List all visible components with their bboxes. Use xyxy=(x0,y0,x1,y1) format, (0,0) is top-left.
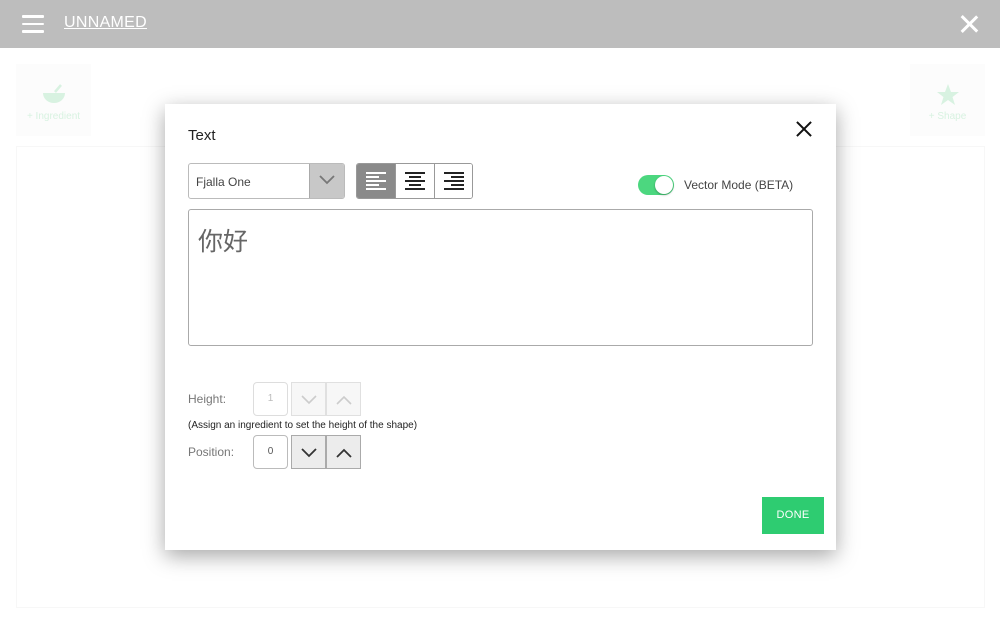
font-select[interactable]: Fjalla One xyxy=(188,163,345,199)
close-icon[interactable] xyxy=(958,13,980,35)
chevron-up-icon xyxy=(336,395,352,405)
text-align-group xyxy=(356,163,473,199)
position-increase-button[interactable] xyxy=(326,435,361,469)
chevron-down-icon xyxy=(319,175,335,185)
toggle-knob xyxy=(655,176,673,194)
close-icon[interactable] xyxy=(793,118,815,140)
position-input[interactable]: 0 xyxy=(253,435,288,469)
top-bar: UNNAMED xyxy=(0,0,1000,48)
chevron-up-icon xyxy=(336,448,352,458)
align-right-icon xyxy=(443,172,464,190)
height-label: Height: xyxy=(188,392,227,406)
font-select-arrow[interactable] xyxy=(309,164,344,198)
vector-mode-toggle[interactable] xyxy=(638,175,674,195)
dialog-title: Text xyxy=(188,127,216,144)
vector-mode-label: Vector Mode (BETA) xyxy=(684,178,794,192)
chevron-down-icon xyxy=(301,448,317,458)
text-input[interactable]: 你好 xyxy=(188,209,813,346)
align-center-button[interactable] xyxy=(395,164,434,198)
align-left-icon xyxy=(366,172,386,190)
text-dialog: Text Fjalla One Vector Mode (BETA) 你好 He… xyxy=(165,104,836,550)
menu-icon[interactable] xyxy=(22,15,44,33)
position-decrease-button[interactable] xyxy=(291,435,326,469)
position-label: Position: xyxy=(188,445,235,459)
align-center-icon xyxy=(405,172,426,190)
project-title[interactable]: UNNAMED xyxy=(64,14,147,32)
align-right-button[interactable] xyxy=(433,164,472,198)
height-hint: (Assign an ingredient to set the height … xyxy=(188,420,418,431)
chevron-down-icon xyxy=(301,395,317,405)
done-button[interactable]: DONE xyxy=(762,497,824,534)
height-input[interactable]: 1 xyxy=(253,382,288,416)
font-select-value: Fjalla One xyxy=(196,175,251,189)
height-increase-button[interactable] xyxy=(326,382,361,416)
align-left-button[interactable] xyxy=(357,164,396,198)
height-decrease-button[interactable] xyxy=(291,382,326,416)
